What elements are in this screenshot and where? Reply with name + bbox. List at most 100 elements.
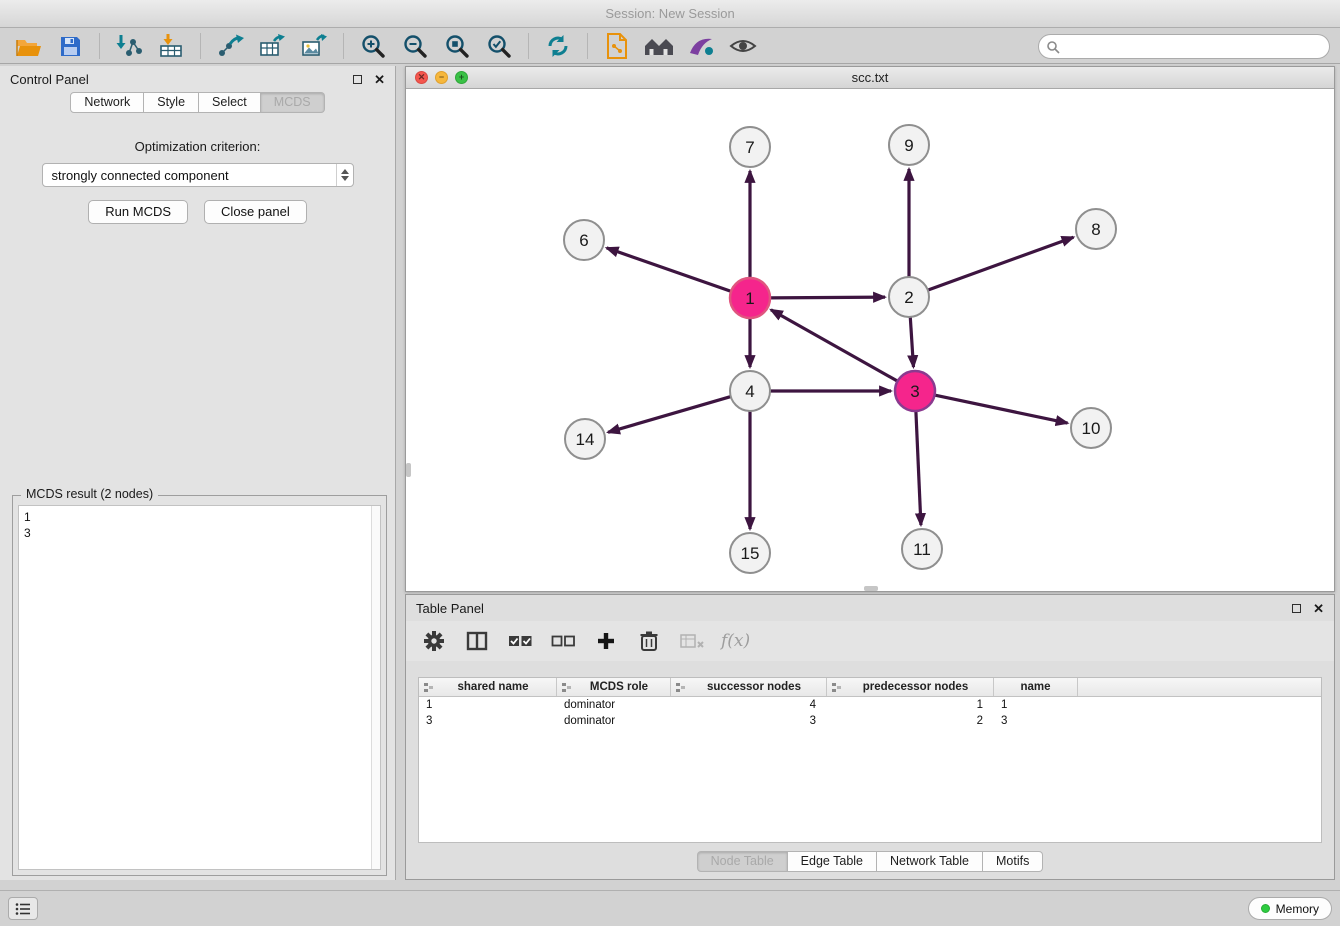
- import-network-button[interactable]: [111, 30, 147, 62]
- save-session-button[interactable]: [52, 30, 88, 62]
- deselect-all-button[interactable]: [549, 626, 577, 656]
- column-header-predecessor-nodes[interactable]: predecessor nodes: [827, 678, 994, 696]
- table-panel-tabs: Node Table Edge Table Network Table Moti…: [406, 851, 1334, 872]
- graph-node-3[interactable]: 3: [895, 371, 935, 411]
- cell-predecessor-nodes: 1: [827, 697, 994, 713]
- tab-mcds[interactable]: MCDS: [261, 92, 325, 113]
- mcds-result-group: MCDS result (2 nodes) 1 3: [12, 495, 387, 876]
- cell-shared-name: 3: [419, 713, 557, 729]
- zoom-fit-button[interactable]: [439, 30, 475, 62]
- mcds-result-text-area[interactable]: 1 3: [18, 505, 381, 870]
- graph-node-1[interactable]: 1: [730, 278, 770, 318]
- column-type-icon: [561, 682, 572, 693]
- graph-edge-4-14[interactable]: [608, 397, 731, 433]
- export-network-button[interactable]: [212, 30, 248, 62]
- tab-node-table[interactable]: Node Table: [697, 851, 788, 872]
- control-panel: Control Panel ✕ Network Style Select MCD…: [0, 66, 396, 880]
- table-row[interactable]: 3 dominator 3 2 3: [419, 713, 1321, 729]
- export-table-button[interactable]: [254, 30, 290, 62]
- mcds-result-line: 3: [24, 525, 375, 541]
- toolbar-separator: [343, 33, 344, 59]
- graph-node-9[interactable]: 9: [889, 125, 929, 165]
- column-header-name[interactable]: name: [994, 678, 1078, 696]
- graph-edge-3-1[interactable]: [771, 310, 898, 381]
- share-document-button[interactable]: [599, 30, 635, 62]
- column-type-icon: [831, 682, 842, 693]
- zoom-selected-button[interactable]: [481, 30, 517, 62]
- horizontal-scroll-handle[interactable]: [864, 586, 878, 591]
- window-zoom-button[interactable]: +: [455, 71, 468, 84]
- vertical-scroll-handle[interactable]: [406, 463, 411, 477]
- tab-style[interactable]: Style: [144, 92, 199, 113]
- result-scrollbar[interactable]: [371, 506, 380, 869]
- svg-text:4: 4: [745, 382, 754, 401]
- delete-column-button[interactable]: [635, 626, 663, 656]
- tab-select[interactable]: Select: [199, 92, 261, 113]
- network-view-window: ✕ − + scc.txt 7968124314101511: [405, 66, 1335, 592]
- graph-node-4[interactable]: 4: [730, 371, 770, 411]
- gear-icon: [423, 630, 445, 652]
- refresh-view-button[interactable]: [540, 30, 576, 62]
- svg-text:3: 3: [910, 382, 919, 401]
- tab-motifs[interactable]: Motifs: [983, 851, 1043, 872]
- export-network-icon: [216, 34, 244, 58]
- table-settings-button[interactable]: [420, 626, 448, 656]
- zoom-out-button[interactable]: [397, 30, 433, 62]
- open-session-button[interactable]: [10, 30, 46, 62]
- column-type-icon: [675, 682, 686, 693]
- dropdown-stepper-icon: [336, 164, 353, 186]
- network-canvas[interactable]: 7 9 6 8 1 2 4 3 14 10 15 11: [406, 89, 1334, 591]
- toggle-view-button[interactable]: [725, 30, 761, 62]
- task-history-button[interactable]: [8, 897, 38, 920]
- memory-button[interactable]: Memory: [1248, 897, 1332, 920]
- delete-table-button[interactable]: [678, 626, 706, 656]
- column-header-mcds-role[interactable]: MCDS role: [557, 678, 671, 696]
- graph-node-10[interactable]: 10: [1071, 408, 1111, 448]
- graph-node-2[interactable]: 2: [889, 277, 929, 317]
- graph-edge-3-11[interactable]: [916, 411, 921, 525]
- graph-node-14[interactable]: 14: [565, 419, 605, 459]
- add-column-button[interactable]: [592, 626, 620, 656]
- select-all-icon: [508, 632, 533, 650]
- close-panel-icon[interactable]: ✕: [374, 73, 385, 86]
- export-image-button[interactable]: [296, 30, 332, 62]
- graph-node-8[interactable]: 8: [1076, 209, 1116, 249]
- show-hide-panels-button[interactable]: [641, 30, 677, 62]
- control-panel-title: Control Panel: [10, 72, 89, 87]
- graph-edge-2-3[interactable]: [910, 317, 913, 367]
- table-toolbar: f(x): [406, 621, 1334, 661]
- graph-edge-2-8[interactable]: [928, 237, 1074, 290]
- graph-edge-1-2[interactable]: [770, 297, 885, 298]
- mcds-panel-content: Optimization criterion: strongly connect…: [0, 139, 395, 224]
- close-panel-icon[interactable]: ✕: [1313, 602, 1324, 615]
- import-table-button[interactable]: [153, 30, 189, 62]
- run-mcds-button[interactable]: Run MCDS: [88, 200, 188, 224]
- graph-node-7[interactable]: 7: [730, 127, 770, 167]
- select-all-button[interactable]: [506, 626, 534, 656]
- zoom-in-button[interactable]: [355, 30, 391, 62]
- search-input[interactable]: [1038, 34, 1330, 59]
- window-close-button[interactable]: ✕: [415, 71, 428, 84]
- mcds-result-line: 1: [24, 509, 375, 525]
- criterion-dropdown[interactable]: strongly connected component: [42, 163, 354, 187]
- float-panel-icon[interactable]: [353, 75, 362, 84]
- graph-node-11[interactable]: 11: [902, 529, 942, 569]
- graph-node-15[interactable]: 15: [730, 533, 770, 573]
- column-header-successor-nodes[interactable]: successor nodes: [671, 678, 827, 696]
- graph-edge-3-10[interactable]: [935, 395, 1068, 423]
- table-row[interactable]: 1 dominator 4 1 1: [419, 697, 1321, 713]
- tab-network-table[interactable]: Network Table: [877, 851, 983, 872]
- close-panel-button[interactable]: Close panel: [204, 200, 307, 224]
- function-builder-button[interactable]: f(x): [721, 626, 750, 656]
- float-panel-icon[interactable]: [1292, 604, 1301, 613]
- toggle-columns-button[interactable]: [463, 626, 491, 656]
- window-minimize-button[interactable]: −: [435, 71, 448, 84]
- column-header-shared-name[interactable]: shared name: [419, 678, 557, 696]
- graph-edge-1-6[interactable]: [607, 248, 731, 291]
- tab-network[interactable]: Network: [70, 92, 144, 113]
- graph-node-6[interactable]: 6: [564, 220, 604, 260]
- node-table-header: shared name MCDS role successor nodes pr…: [419, 678, 1321, 697]
- column-type-icon: [423, 682, 434, 693]
- tab-edge-table[interactable]: Edge Table: [788, 851, 877, 872]
- apply-style-button[interactable]: [683, 30, 719, 62]
